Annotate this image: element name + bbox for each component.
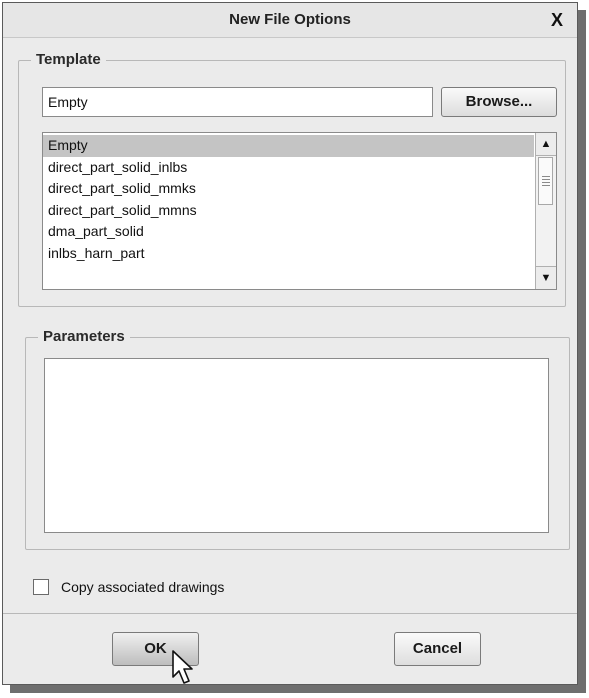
list-item-inlbs-harn-part[interactable]: inlbs_harn_part (43, 243, 534, 265)
grip-line (542, 182, 550, 183)
grip-line (542, 185, 550, 186)
new-file-options-dialog: New File Options X Template Empty Browse… (2, 2, 578, 685)
scroll-up-icon[interactable]: ▲ (536, 133, 556, 156)
scroll-thumb[interactable] (538, 157, 553, 205)
cancel-button[interactable]: Cancel (394, 632, 481, 666)
template-list-items: Empty direct_part_solid_inlbs direct_par… (43, 135, 534, 264)
parameters-group: Parameters (25, 328, 570, 550)
dialog-title: New File Options (229, 11, 351, 28)
list-item-empty[interactable]: Empty (43, 135, 534, 157)
grip-line (542, 176, 550, 177)
copy-drawings-checkbox[interactable] (33, 579, 49, 595)
list-scrollbar[interactable]: ▲ ▼ (535, 133, 556, 289)
grip-line (542, 179, 550, 180)
list-item-direct-part-solid-mmks[interactable]: direct_part_solid_mmks (43, 178, 534, 200)
template-group: Template Empty Browse... Empty direct_pa… (18, 51, 566, 307)
list-item-dma-part-solid[interactable]: dma_part_solid (43, 221, 534, 243)
scroll-down-icon[interactable]: ▼ (536, 266, 556, 289)
close-icon[interactable]: X (545, 7, 569, 33)
template-legend: Template (31, 51, 106, 69)
template-list[interactable]: Empty direct_part_solid_inlbs direct_par… (42, 132, 557, 290)
browse-button[interactable]: Browse... (441, 87, 557, 117)
template-input[interactable]: Empty (42, 87, 433, 117)
parameters-table[interactable] (44, 358, 549, 533)
copy-drawings-label[interactable]: Copy associated drawings (61, 577, 224, 597)
button-separator (3, 613, 577, 614)
list-item-direct-part-solid-inlbs[interactable]: direct_part_solid_inlbs (43, 157, 534, 179)
mouse-pointer-icon (172, 650, 193, 684)
list-item-direct-part-solid-mmns[interactable]: direct_part_solid_mmns (43, 200, 534, 222)
title-bar: New File Options X (3, 3, 577, 38)
parameters-legend: Parameters (38, 328, 130, 346)
